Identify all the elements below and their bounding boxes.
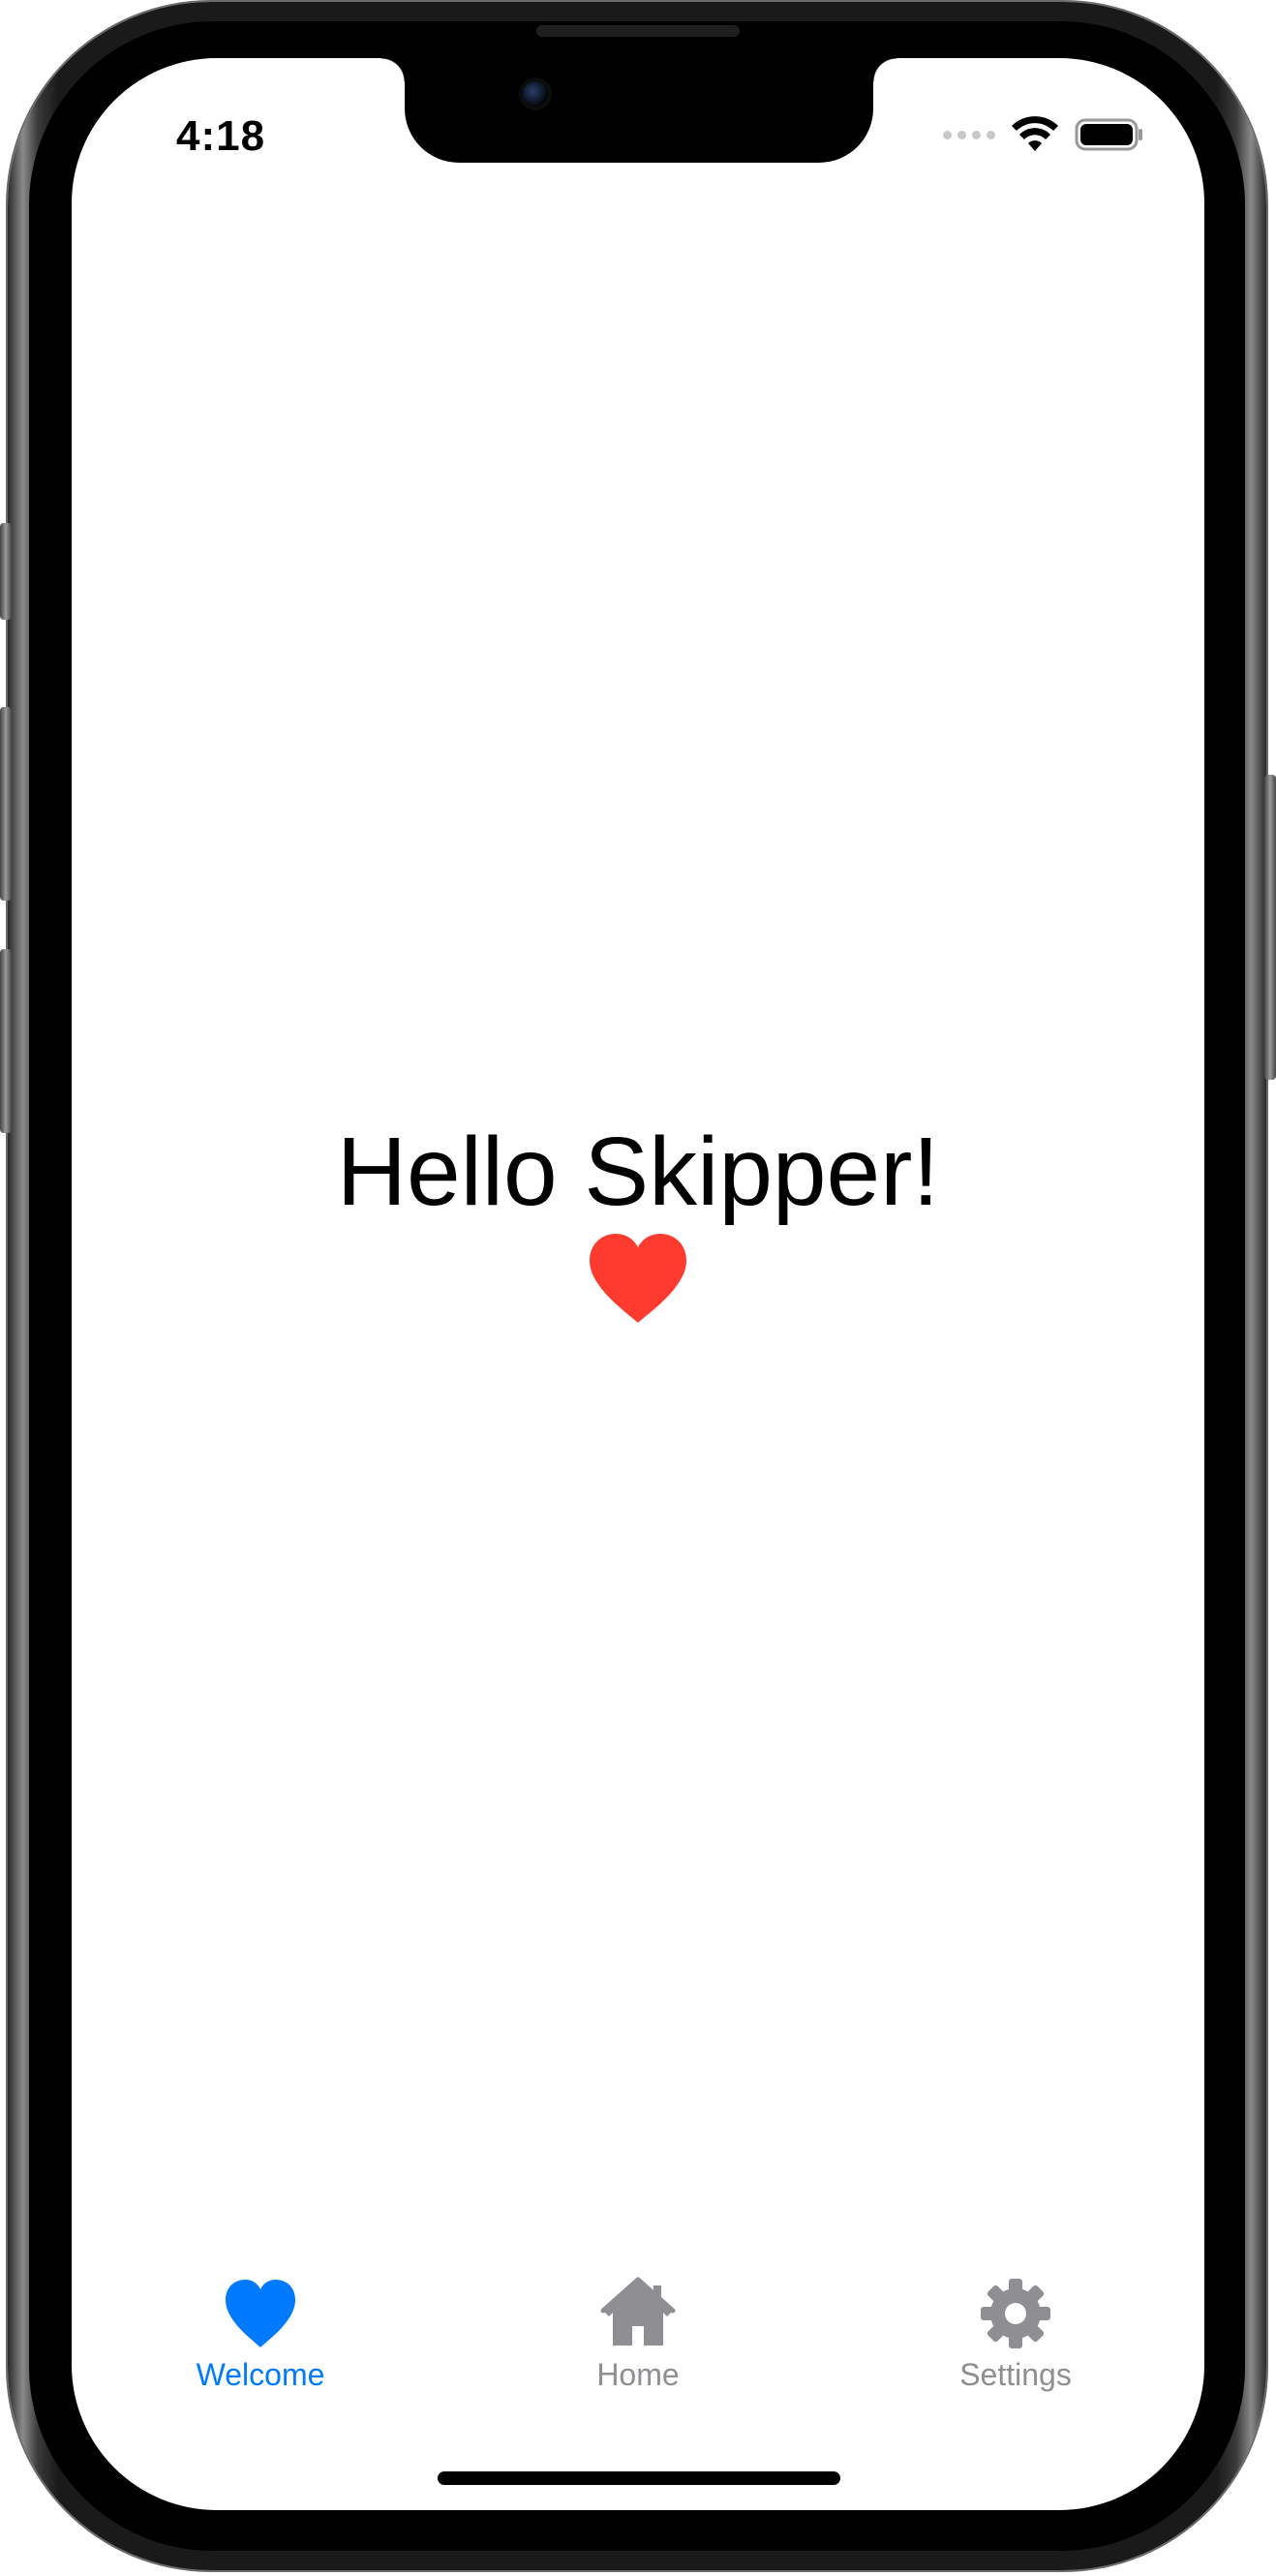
volume-up-button xyxy=(0,707,12,901)
front-camera xyxy=(523,81,548,107)
app-screen: 4:18 Hello Skipper! Welcome Home Setting… xyxy=(72,58,1204,2510)
tab-label-settings: Settings xyxy=(959,2357,1072,2392)
heart-fill-icon xyxy=(590,1234,686,1323)
gear-fill-icon xyxy=(981,2279,1050,2348)
home-indicator[interactable] xyxy=(438,2471,840,2485)
cellular-signal-icon xyxy=(943,130,995,139)
tab-bar: Welcome Home Settings xyxy=(72,2276,1204,2431)
wifi-icon xyxy=(1012,116,1058,151)
status-time: 4:18 xyxy=(176,112,266,160)
silent-switch xyxy=(0,523,12,620)
power-button xyxy=(1264,775,1276,1080)
tab-label-welcome: Welcome xyxy=(196,2357,325,2392)
notch xyxy=(381,58,896,163)
volume-down-button xyxy=(0,949,12,1133)
house-fill-icon xyxy=(600,2277,676,2346)
tab-settings[interactable]: Settings xyxy=(827,2276,1204,2431)
battery-icon xyxy=(1075,118,1142,151)
welcome-content: Hello Skipper! xyxy=(72,1123,1204,1325)
greeting-text: Hello Skipper! xyxy=(336,1118,940,1226)
tab-welcome[interactable]: Welcome xyxy=(72,2276,449,2431)
tab-home[interactable]: Home xyxy=(449,2276,827,2431)
status-indicators xyxy=(943,116,1144,153)
tab-label-home: Home xyxy=(596,2357,680,2392)
heart-fill-icon xyxy=(226,2280,295,2347)
phone-device: 4:18 Hello Skipper! Welcome Home Setting… xyxy=(0,0,1276,2576)
earpiece-speaker xyxy=(536,25,740,37)
